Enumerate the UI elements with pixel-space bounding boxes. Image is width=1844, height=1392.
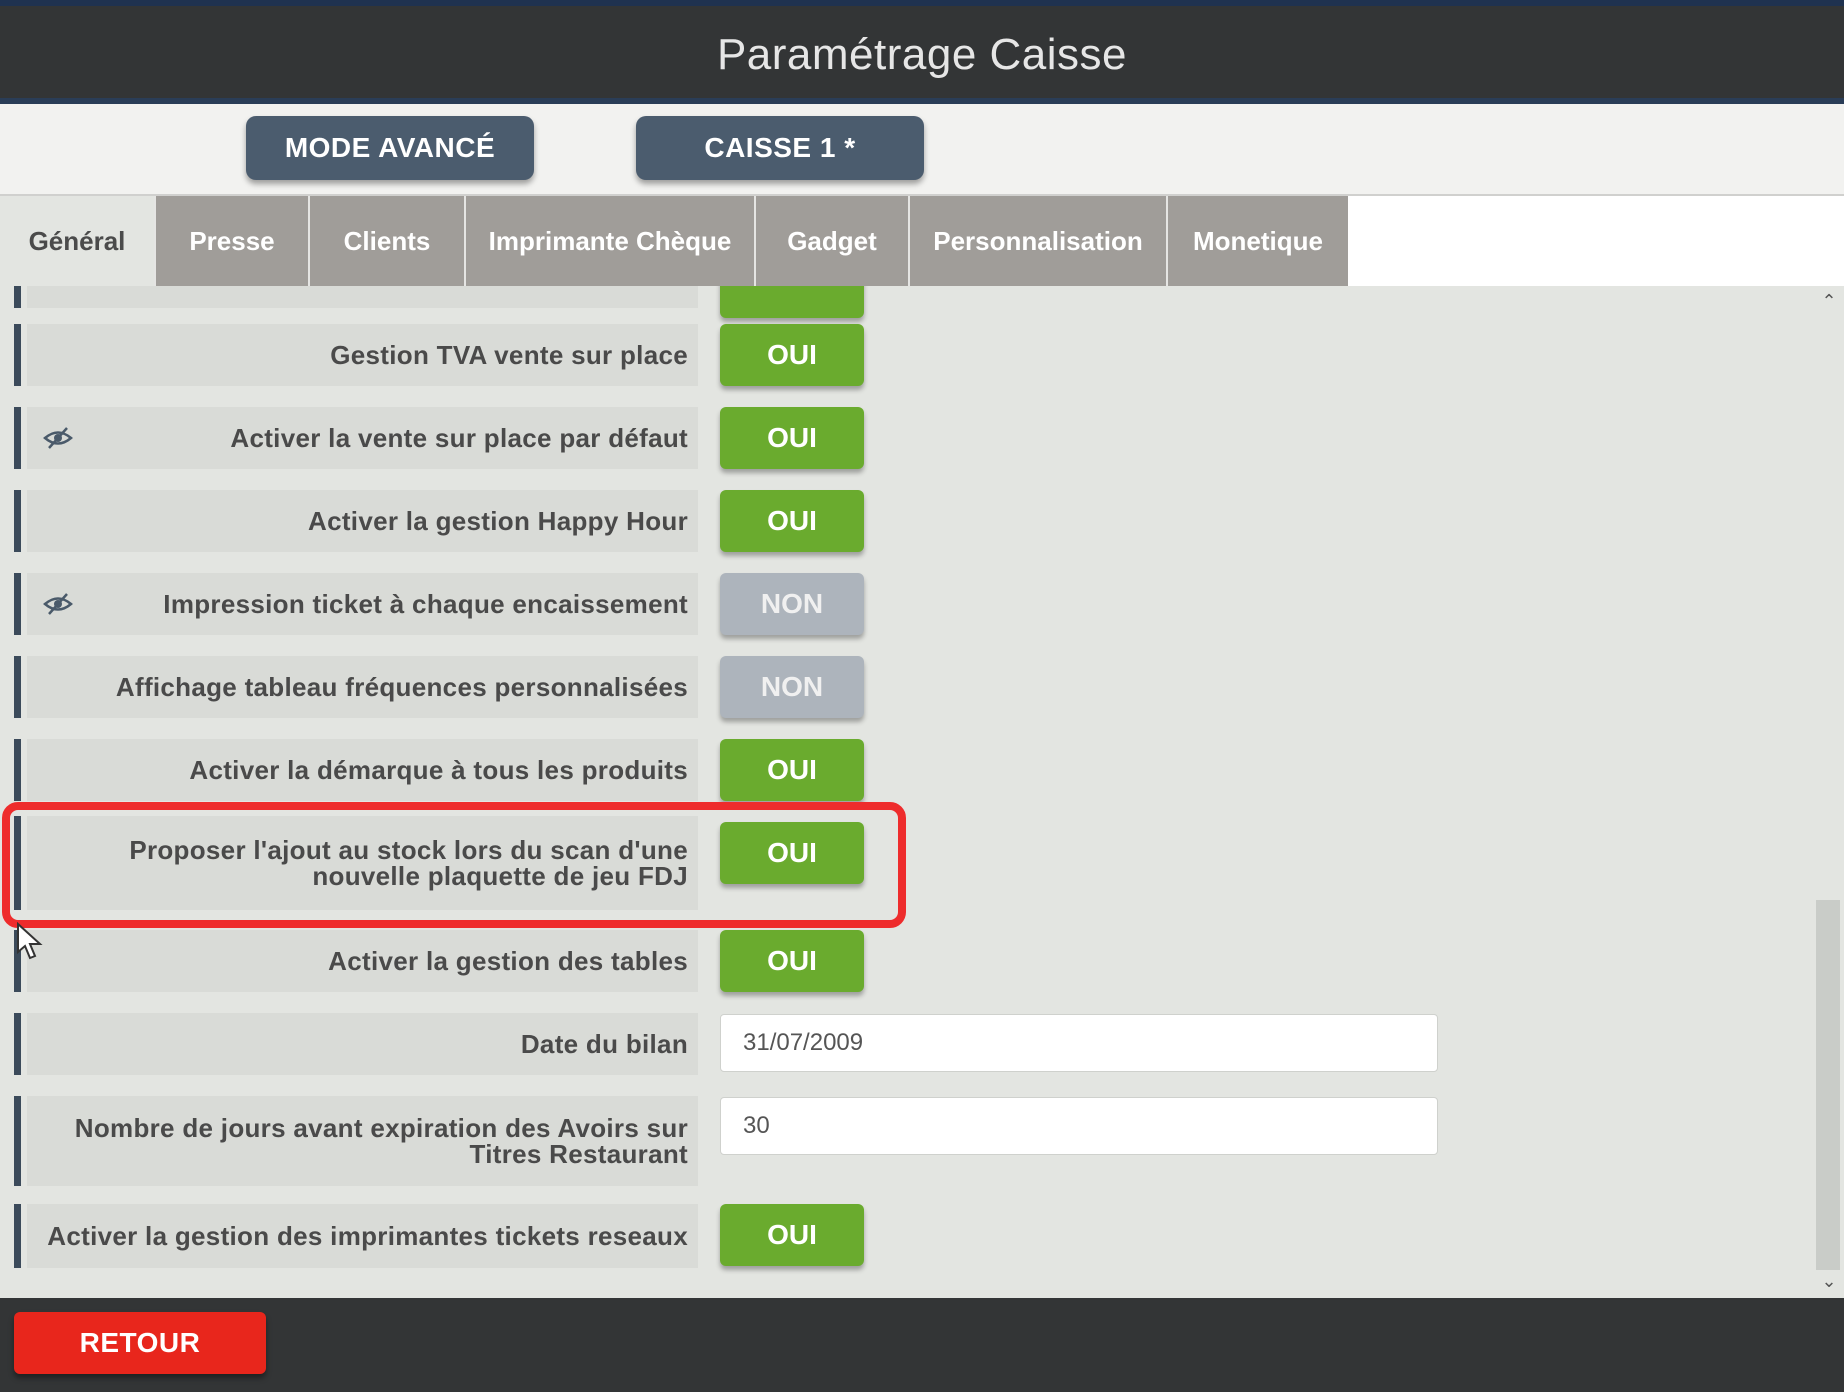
setting-label: Activer la gestion Happy Hour [308, 506, 688, 536]
settings-row: Date du bilan [14, 1013, 698, 1075]
footer-bar: RETOUR [0, 1298, 1844, 1392]
tab-gadget[interactable]: Gadget [756, 196, 910, 286]
toggle-demarque[interactable]: OUI [720, 739, 864, 801]
settings-row-partial [14, 286, 698, 308]
toggle-happy-hour[interactable]: OUI [720, 490, 864, 552]
settings-row: Activer la gestion des tables [14, 930, 698, 992]
tab-imprimante-cheque[interactable]: Imprimante Chèque [466, 196, 756, 286]
tab-personnalisation[interactable]: Personnalisation [910, 196, 1168, 286]
settings-row: Nombre de jours avant expiration des Avo… [14, 1096, 698, 1186]
settings-row: Activer la vente sur place par défaut [14, 407, 698, 469]
settings-list: Gestion TVA vente sur place OUI Activer … [0, 286, 1844, 1298]
window-title-bar: Paramétrage Caisse [0, 6, 1844, 104]
mouse-cursor-icon [17, 922, 43, 960]
scroll-down-icon[interactable]: ⌄ [1818, 1270, 1840, 1292]
settings-tabs: Général Presse Clients Imprimante Chèque… [0, 196, 1844, 286]
setting-label: Gestion TVA vente sur place [330, 340, 688, 370]
window-title: Paramétrage Caisse [716, 30, 1128, 79]
setting-label: Date du bilan [520, 1029, 688, 1059]
vertical-scrollbar[interactable]: ⌃ ⌄ [1816, 286, 1844, 1298]
setting-label: Nombre de jours avant expiration des Avo… [74, 1113, 688, 1169]
toggle-vente-sur-place[interactable]: OUI [720, 407, 864, 469]
tab-clients[interactable]: Clients [310, 196, 466, 286]
setting-label: Activer la démarque à tous les produits [189, 755, 688, 785]
expiration-days-input[interactable] [720, 1097, 1438, 1155]
settings-row: Activer la gestion Happy Hour [14, 490, 698, 552]
tab-monetique[interactable]: Monetique [1168, 196, 1348, 286]
settings-row: Activer la démarque à tous les produits [14, 739, 698, 801]
toggle-stock-fdj[interactable]: OUI [720, 822, 864, 884]
register-select-button[interactable]: CAISSE 1 * [636, 116, 924, 180]
settings-row: Gestion TVA vente sur place [14, 324, 698, 386]
settings-row: Activer la gestion des imprimantes ticke… [14, 1204, 698, 1268]
setting-label: Activer la gestion des tables [328, 946, 688, 976]
toggle-partial[interactable] [720, 286, 864, 318]
setting-label: Activer la vente sur place par défaut [230, 423, 688, 453]
toggle-impression-ticket[interactable]: NON [720, 573, 864, 635]
tab-presse[interactable]: Presse [156, 196, 310, 286]
tab-general[interactable]: Général [0, 196, 156, 286]
scroll-up-icon[interactable]: ⌃ [1818, 290, 1840, 312]
settings-row: Proposer l'ajout au stock lors du scan d… [14, 816, 698, 910]
hidden-eye-icon [43, 593, 73, 615]
toggle-imprimantes-reseaux[interactable]: OUI [720, 1204, 864, 1266]
settings-row: Affichage tableau fréquences personnalis… [14, 656, 698, 718]
setting-label: Activer la gestion des imprimantes ticke… [47, 1221, 688, 1251]
date-bilan-input[interactable] [720, 1014, 1438, 1072]
mode-bar: MODE AVANCÉ CAISSE 1 * [0, 104, 1844, 196]
scrollbar-thumb[interactable] [1816, 900, 1840, 1270]
back-button[interactable]: RETOUR [14, 1312, 266, 1374]
setting-label: Impression ticket à chaque encaissement [163, 589, 688, 619]
setting-label: Affichage tableau fréquences personnalis… [115, 672, 688, 702]
toggle-frequences[interactable]: NON [720, 656, 864, 718]
toggle-gestion-tva[interactable]: OUI [720, 324, 864, 386]
settings-row: Impression ticket à chaque encaissement [14, 573, 698, 635]
advanced-mode-button[interactable]: MODE AVANCÉ [246, 116, 534, 180]
setting-label: Proposer l'ajout au stock lors du scan d… [129, 835, 688, 891]
toggle-gestion-tables[interactable]: OUI [720, 930, 864, 992]
hidden-eye-icon [43, 427, 73, 449]
